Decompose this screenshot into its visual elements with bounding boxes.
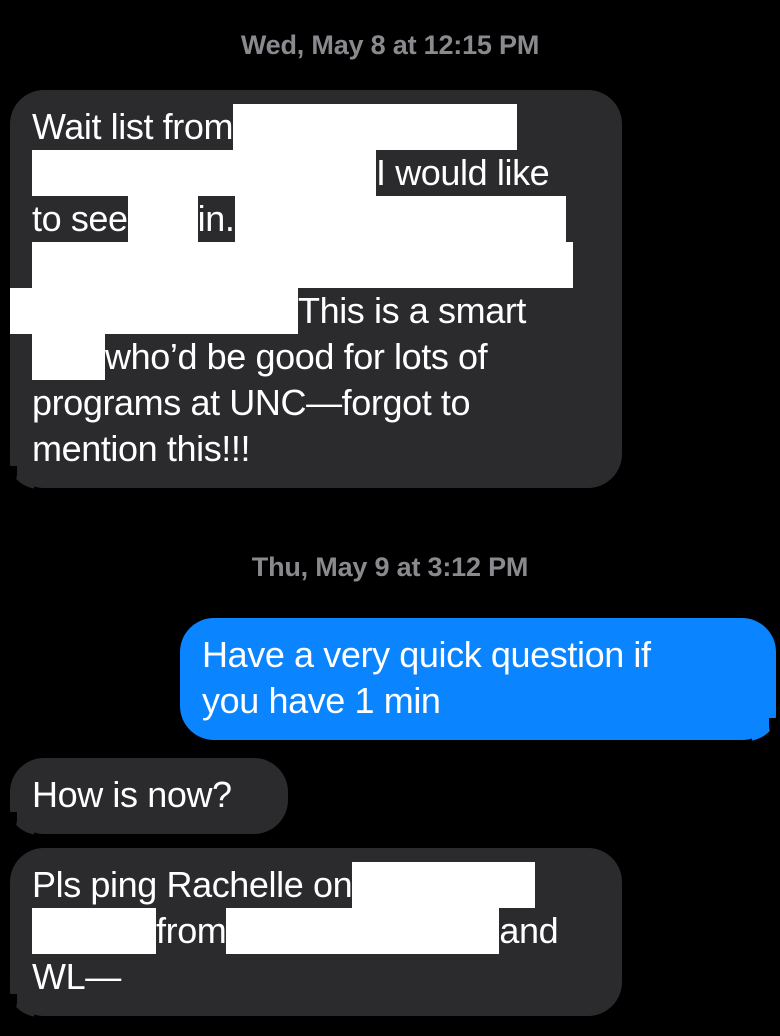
message-line: I would like	[32, 150, 600, 196]
timestamp-datetime: May 8 at 12:15 PM	[311, 30, 540, 60]
bubble-tail-icon	[752, 705, 780, 741]
message-text-segment: and	[499, 910, 559, 951]
redaction-block	[32, 908, 156, 954]
message-text-segment: from	[156, 910, 227, 951]
message-line: to see in.	[32, 196, 600, 242]
message-line: This is a smart	[10, 288, 600, 334]
message-text-segment: mention this!!!	[32, 428, 251, 469]
timestamp-datetime: May 9 at 3:12 PM	[315, 552, 529, 582]
message-bubble-incoming[interactable]: Pls ping Rachelle on from and WL—	[0, 848, 622, 1017]
message-line: Wait list from	[32, 104, 600, 150]
message-line: who’d be good for lots of	[32, 334, 600, 380]
redaction-block	[233, 104, 518, 150]
message-line: How is now?	[32, 772, 266, 818]
redaction-block	[127, 196, 198, 242]
redaction-block	[32, 150, 376, 196]
message-text-segment: in.	[197, 198, 235, 239]
message-text: Have a very quick question if you have 1 …	[202, 632, 754, 724]
message-text-segment: I would like	[376, 152, 550, 193]
message-line: mention this!!!	[32, 426, 600, 472]
message-text-segment: Wait list from	[32, 106, 234, 147]
message-line	[32, 242, 600, 288]
message-text: Pls ping Rachelle on from and WL—	[32, 862, 600, 1000]
message-text-segment: who’d be good for lots of	[105, 336, 488, 377]
message-line: Have a very quick question if	[202, 632, 754, 678]
redaction-block	[226, 908, 500, 954]
message-bubble-outgoing[interactable]: Have a very quick question if you have 1 …	[180, 618, 780, 741]
timestamp-weekday: Thu,	[251, 552, 308, 582]
redaction-block	[32, 334, 105, 380]
message-line: from and	[32, 908, 600, 954]
message-text-segment: programs at UNC—forgot to	[32, 382, 471, 423]
message-text: Wait list from I would like to see in. This…	[10, 104, 600, 472]
message-text-segment: How is now?	[32, 774, 232, 815]
message-text-segment: This is a smart	[298, 290, 527, 331]
message-text-segment: Pls ping Rachelle on	[32, 864, 353, 905]
timestamp-separator: Wed, May 8 at 12:15 PM	[0, 30, 780, 61]
bubble-tail-icon	[0, 981, 34, 1017]
message-bubble-incoming[interactable]: How is now?	[0, 758, 288, 835]
message-text-segment: you have 1 min	[202, 680, 441, 721]
message-bubble-incoming[interactable]: Wait list from I would like to see in. This…	[0, 90, 622, 489]
redaction-block	[10, 288, 298, 334]
bubble-tail-icon	[0, 799, 34, 835]
timestamp-weekday: Wed,	[240, 30, 305, 60]
message-conversation-thread: Wed, May 8 at 12:15 PM Wait list from I …	[0, 0, 780, 1036]
redaction-block	[234, 196, 566, 242]
redaction-block	[32, 242, 573, 288]
message-line: WL—	[32, 954, 600, 1000]
timestamp-separator: Thu, May 9 at 3:12 PM	[0, 552, 780, 583]
message-line: Pls ping Rachelle on	[32, 862, 600, 908]
message-text-segment: WL—	[32, 956, 121, 997]
bubble-tail-icon	[0, 453, 34, 489]
message-line: you have 1 min	[202, 678, 754, 724]
message-text-segment: to see	[32, 198, 128, 239]
redaction-block	[352, 862, 536, 908]
message-line: programs at UNC—forgot to	[32, 380, 600, 426]
message-text-segment: Have a very quick question if	[202, 634, 651, 675]
message-text: How is now?	[32, 772, 266, 818]
